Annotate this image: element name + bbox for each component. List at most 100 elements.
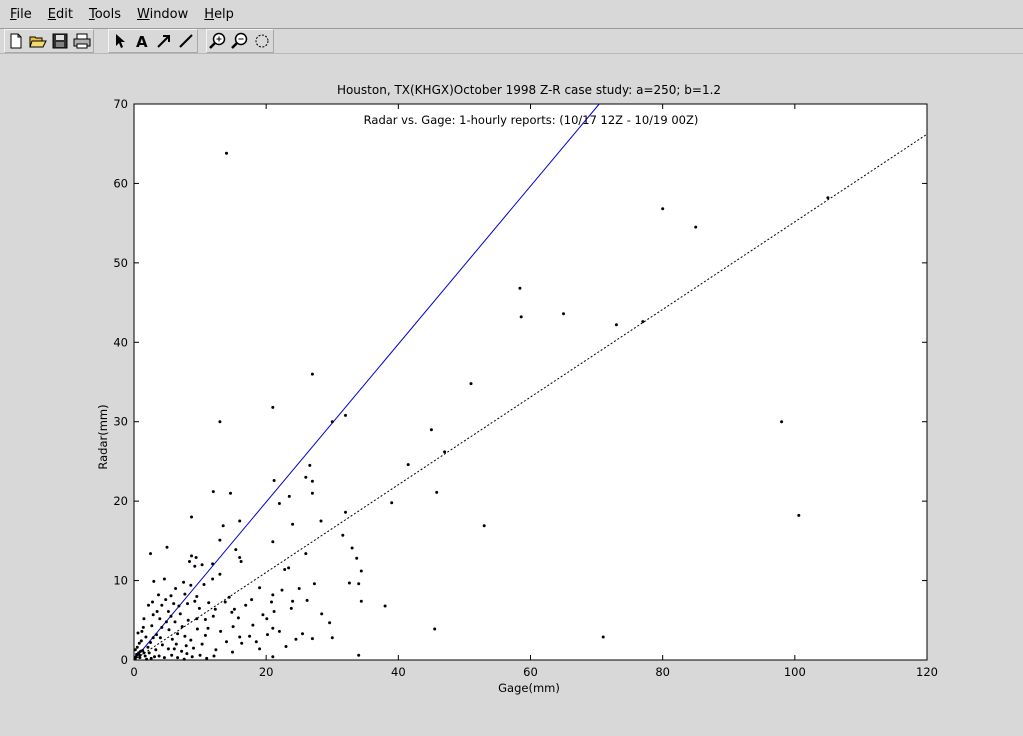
scatter-point [203,633,207,637]
scatter-point [350,546,354,550]
scatter-point [641,320,645,324]
scatter-point [443,450,447,454]
scatter-point [406,463,410,467]
scatter-point [238,556,242,559]
scatter-point [357,582,361,586]
menu-window[interactable]: Window [131,7,194,22]
scatter-point [160,643,164,647]
scatter-point [155,633,158,637]
y-tick-label: 20 [113,494,128,508]
scatter-point [200,563,204,567]
text-tool-icon[interactable]: A [131,31,153,51]
scatter-point [258,586,262,590]
chart-title: Houston, TX(KHGX)October 1998 Z-R case s… [337,83,721,97]
scatter-point [271,405,275,409]
scatter-point [180,625,184,629]
scatter-point [177,604,181,608]
scatter-point [188,560,191,563]
x-tick-label: 20 [259,665,274,679]
x-tick-label: 80 [655,665,670,679]
print-icon[interactable] [71,31,93,51]
scatter-point [212,654,216,658]
scatter-point [359,599,363,603]
scatter-point [184,644,188,648]
scatter-point [238,635,242,639]
scatter-point [211,614,215,618]
select-arrow-icon[interactable] [109,31,131,51]
scatter-point [254,640,258,644]
x-tick-label: 120 [916,665,938,679]
menu-file[interactable]: File [4,7,38,22]
menu-help[interactable]: Help [198,7,240,22]
scatter-point [270,600,273,604]
scatter-point [780,420,784,424]
scatter-point [145,657,149,661]
svg-text:A: A [136,33,148,49]
arrow-tool-icon[interactable] [153,31,175,51]
scatter-point [178,612,182,616]
scatter-point [140,629,144,633]
scatter-point [153,655,156,659]
scatter-point [164,598,168,602]
scatter-point [172,602,176,606]
scatter-point [192,646,195,650]
scatter-point [157,654,161,658]
scatter-point [231,650,234,654]
figure-canvas: 0 20 40 60 80 100 120 0 10 20 30 40 50 60 70 Houston,… [0,54,1023,736]
line-tool-icon[interactable] [175,31,197,51]
zoom-out-icon[interactable] [229,31,251,51]
scatter-point [826,196,830,200]
scatter-point [176,656,180,660]
scatter-point [435,490,439,494]
scatter-point [158,617,162,621]
scatter-point [167,628,171,632]
open-folder-icon[interactable] [27,31,49,51]
scatter-point [661,207,665,211]
menu-tools[interactable]: Tools [83,7,127,22]
scatter-point [165,545,169,549]
scatter-point [261,613,265,617]
menu-label-rest: dit [56,6,73,22]
scatter-point [287,494,291,498]
scatter-point [283,568,287,571]
scatter-point [195,595,199,598]
x-tick-label: 60 [523,665,538,679]
scatter-point [146,645,150,649]
chart-subtitle: Radar vs. Gage: 1-hourly reports: (10/17… [364,113,699,127]
scatter-point [251,623,255,627]
menu-edit[interactable]: Edit [42,7,79,22]
scatter-point [518,286,522,290]
scatter-point [151,600,154,604]
scatter-point [211,562,215,566]
scatter-point [223,600,227,604]
scatter-point [614,323,618,327]
scatter-point [330,636,334,640]
rotate-icon[interactable] [251,31,273,51]
scatter-point [186,618,190,622]
scatter-point [160,625,164,629]
scatter-point [170,653,174,657]
scatter-point [213,607,217,611]
plot-area [133,103,928,661]
zoom-in-icon[interactable] [207,31,229,51]
scatter-point [225,151,228,155]
scatter-point [190,515,193,519]
scatter-point [173,620,177,624]
scatter-point [271,626,275,630]
scatter-point [151,613,155,617]
scatter-point [158,636,162,640]
new-file-icon[interactable] [5,31,27,51]
scatter-point [206,626,210,630]
scatter-point [194,556,198,559]
scatter-point [355,556,359,560]
menu-bar: File Edit Tools Window Help [0,0,1023,29]
scatter-point [160,603,164,607]
scatter-point [149,552,152,556]
scatter-point [310,479,314,483]
save-disk-icon[interactable] [49,31,71,51]
scatter-point [271,655,275,659]
scatter-point [195,627,199,631]
scatter-point [265,617,269,621]
scatter-point [232,607,236,611]
scatter-point [134,655,138,659]
